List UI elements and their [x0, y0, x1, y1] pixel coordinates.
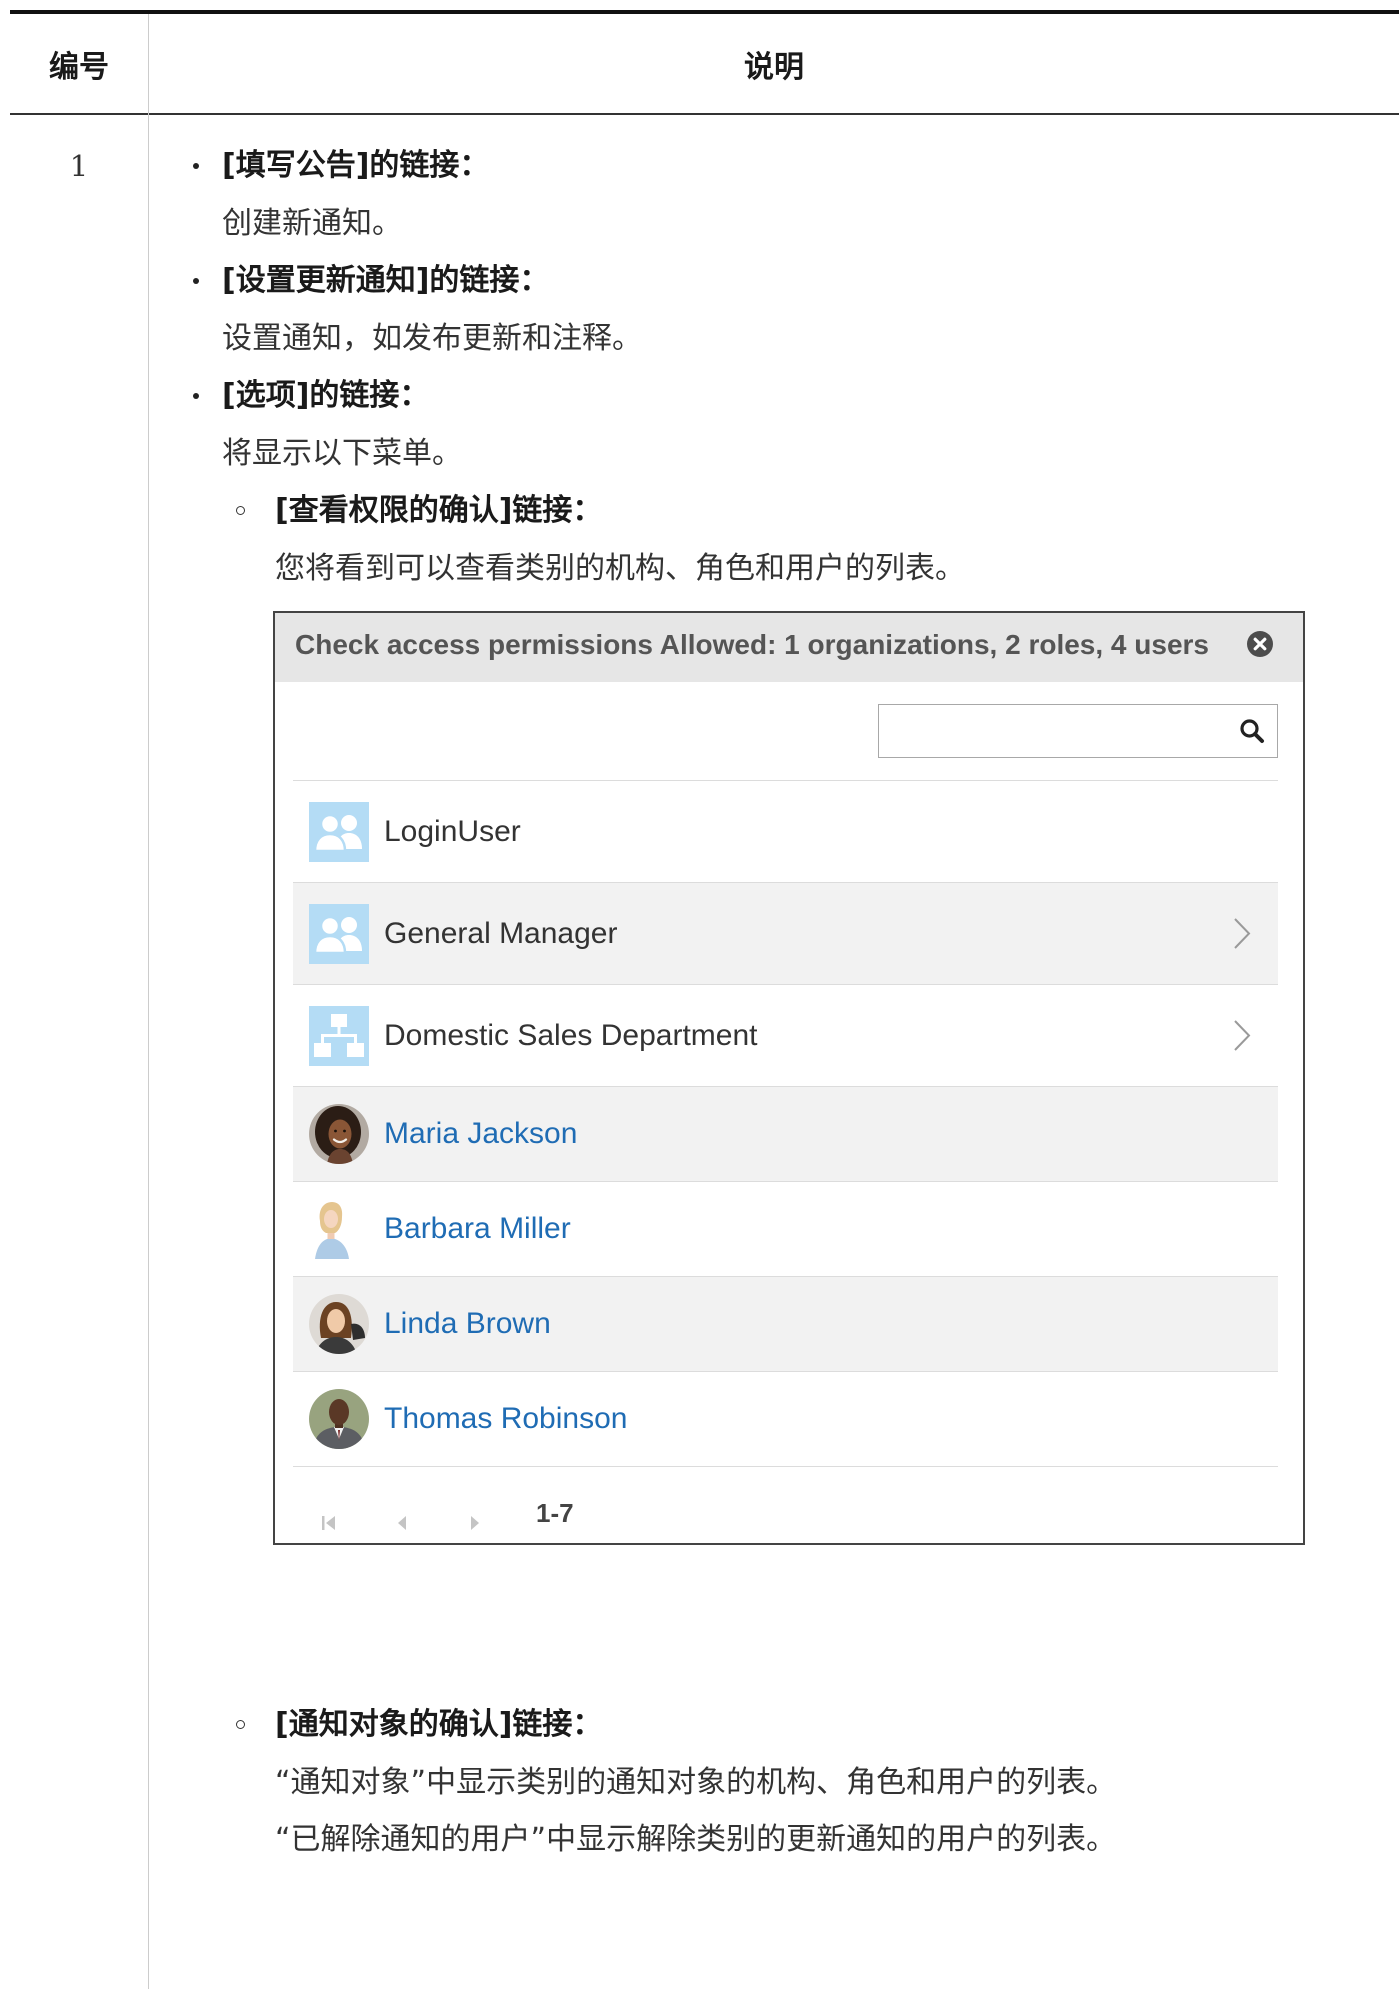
entry-name: LoginUser	[384, 814, 521, 848]
user-name-link[interactable]: Thomas Robinson	[384, 1372, 627, 1466]
bullet-item: [设置更新通知]的链接：	[149, 252, 1399, 310]
chevron-right-icon[interactable]	[1233, 917, 1251, 950]
list-item: LoginUser	[293, 780, 1278, 882]
role-icon	[309, 801, 369, 862]
organization-icon	[309, 1005, 369, 1066]
entry-name: Domestic Sales Department	[384, 1018, 758, 1052]
sub-bullet-circle	[236, 506, 245, 515]
bullet-title: [选项]的链接：	[222, 378, 430, 413]
row-number: 1	[69, 149, 89, 183]
sub-bullet-title: [通知对象的确认]链接：	[275, 1707, 603, 1742]
list-item: Thomas Robinson	[293, 1371, 1278, 1466]
description-cell: [填写公告]的链接： 创建新通知。 [设置更新通知]的链接： 设置通知，如发布更…	[149, 137, 1399, 1989]
pagination: 1-7	[293, 1466, 1278, 1543]
page-range: 1-7	[536, 1498, 574, 1528]
search-input[interactable]	[879, 705, 1229, 757]
bullet-text: 设置通知，如发布更新和注释。	[222, 320, 642, 356]
user-photo-avatar	[309, 1389, 369, 1449]
sub-bullet-text: “已解除通知的用户”中显示解除类别的更新通知的用户的列表。	[275, 1822, 1117, 1857]
chevron-right-icon[interactable]	[1233, 1019, 1251, 1052]
list-item: Barbara Miller	[293, 1181, 1278, 1276]
user-photo-avatar	[309, 1294, 369, 1354]
sub-bullet-circle	[236, 1720, 245, 1729]
sub-bullet-text: 您将看到可以查看类别的机构、角色和用户的列表。	[275, 550, 965, 586]
dialog-title: Check access permissions Allowed: 1 orga…	[295, 629, 1209, 660]
user-photo-avatar	[309, 1104, 369, 1164]
sub-bullet-title: [查看权限的确认]链接：	[275, 493, 603, 528]
sub-bullet-item: [查看权限的确认]链接：	[149, 482, 1399, 540]
bullet-text: 将显示以下菜单。	[222, 435, 462, 471]
entry-name: General Manager	[384, 916, 618, 950]
header-number: 编号	[49, 49, 109, 85]
access-permissions-dialog: Check access permissions Allowed: 1 orga…	[273, 611, 1305, 1545]
list-item[interactable]: Domestic Sales Department	[293, 984, 1278, 1086]
bullet-item: [填写公告]的链接：	[149, 137, 1399, 195]
user-name-link[interactable]: Barbara Miller	[384, 1182, 571, 1276]
next-page-icon[interactable]	[470, 1505, 480, 1530]
bullet-title: [设置更新通知]的链接：	[222, 263, 550, 298]
help-page: 编号 说明 1 [填写公告]的链接： 创建新通知。 [设置更新通知]的链接： 设…	[0, 0, 1399, 1989]
sub-bullet-text: “通知对象”中显示类别的通知对象的机构、角色和用户的列表。	[275, 1764, 1117, 1800]
first-page-icon[interactable]	[322, 1505, 336, 1530]
table-header-rule	[10, 113, 1399, 115]
user-name-link[interactable]: Maria Jackson	[384, 1087, 577, 1181]
sub-bullet-item: [通知对象的确认]链接：	[149, 1696, 1399, 1754]
bullet-item: [选项]的链接：	[149, 367, 1399, 425]
bullet-dot	[193, 163, 199, 169]
permission-list: LoginUser General Manager Domestic Sales…	[293, 780, 1278, 1466]
search-icon[interactable]	[1239, 718, 1265, 744]
bullet-text: 创建新通知。	[222, 205, 402, 241]
previous-page-icon[interactable]	[397, 1505, 407, 1530]
bullet-dot	[193, 278, 199, 284]
role-icon	[309, 903, 369, 964]
user-photo-avatar	[309, 1199, 369, 1259]
list-item: Maria Jackson	[293, 1086, 1278, 1181]
dialog-header: Check access permissions Allowed: 1 orga…	[275, 613, 1303, 682]
bullet-title: [填写公告]的链接：	[222, 148, 490, 183]
list-item: Linda Brown	[293, 1276, 1278, 1371]
user-name-link[interactable]: Linda Brown	[384, 1277, 551, 1371]
search-box	[878, 704, 1278, 758]
bullet-dot	[193, 393, 199, 399]
list-item[interactable]: General Manager	[293, 882, 1278, 984]
header-description: 说明	[744, 49, 804, 85]
close-icon[interactable]	[1246, 630, 1274, 658]
